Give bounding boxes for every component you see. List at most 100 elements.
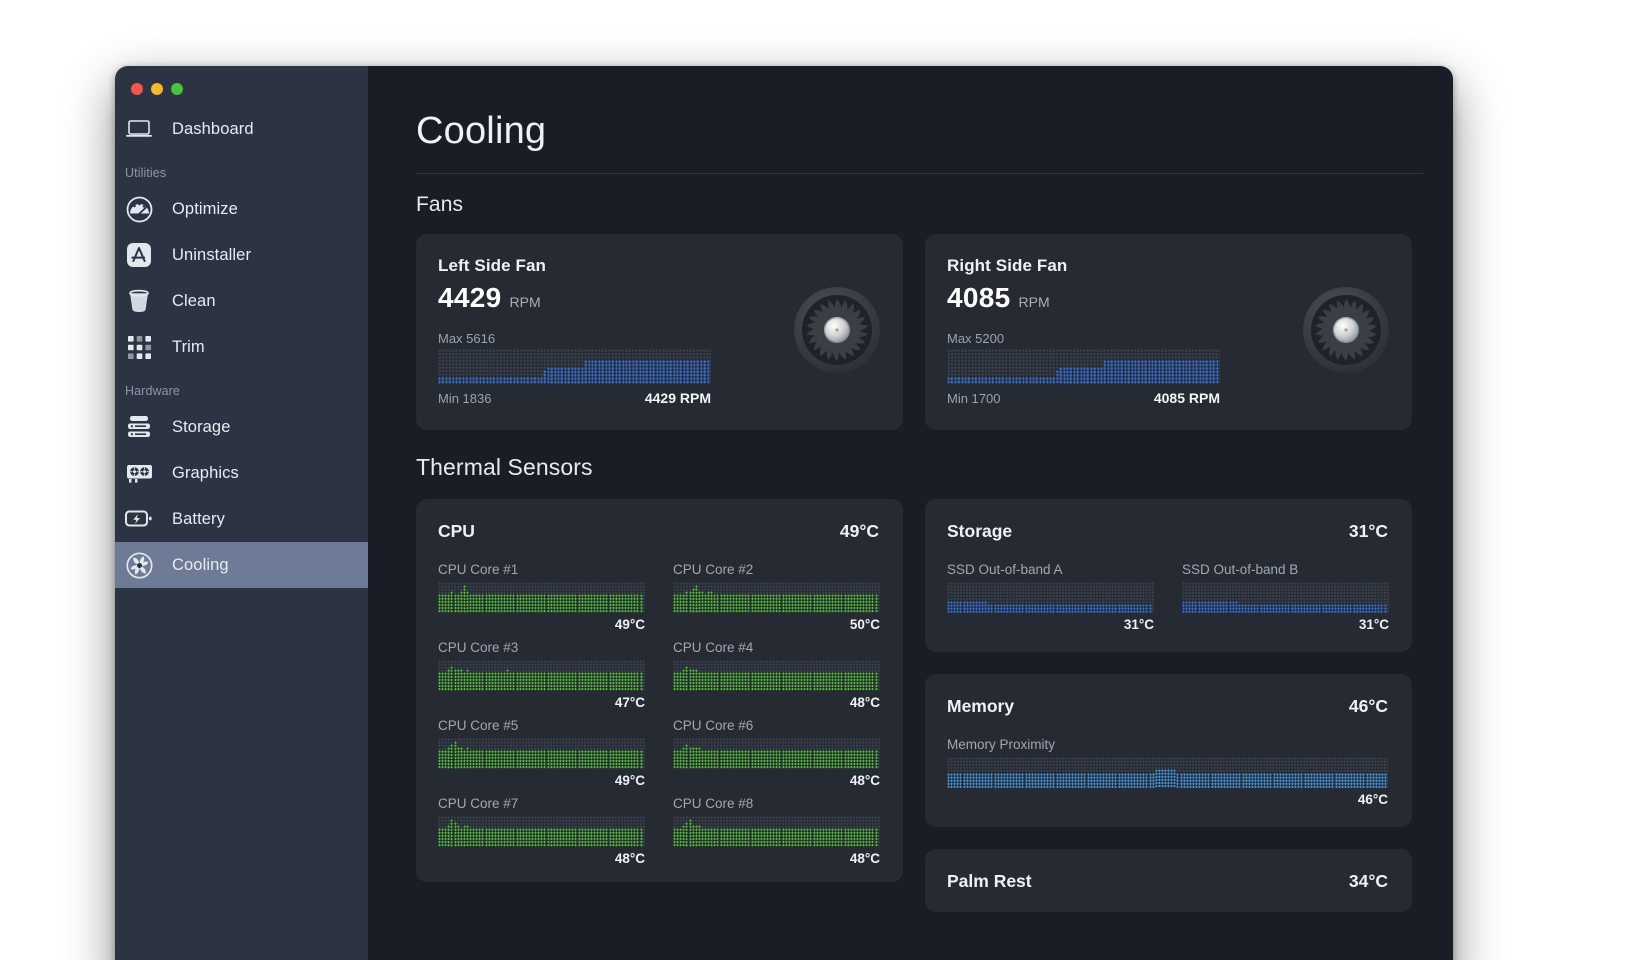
graph-series	[1182, 582, 1389, 613]
sensor-graph	[673, 582, 880, 613]
fan-rpm-unit: RPM	[1018, 294, 1050, 310]
thermal-card-header: Palm Rest 34°C	[947, 871, 1388, 892]
sensor-item: CPU Core #2 50°C	[673, 554, 880, 632]
thermal-card-header: CPU 49°C	[438, 521, 879, 542]
fan-speed-graph	[947, 349, 1220, 384]
sensor-graph	[438, 738, 645, 769]
sensor-value: 31°C	[1358, 617, 1389, 632]
grid-dots-icon	[124, 332, 154, 362]
fan-card: Left Side Fan 4429 RPM Max 5616 Min 1836 4429…	[416, 234, 903, 430]
thermal-card-title: Memory	[947, 696, 1015, 716]
sensor-item: SSD Out-of-band B 31°C	[1182, 554, 1389, 632]
sensor-graph	[673, 660, 880, 691]
fan-rpm-unit: RPM	[509, 294, 541, 310]
battery-bolt-icon	[124, 504, 154, 534]
laptop-icon	[124, 114, 154, 144]
screen: Dashboard Utilities Optimize Uninstaller Cle…	[0, 0, 1640, 960]
sensor-label: CPU Core #5	[438, 718, 519, 733]
sensor-item: CPU Core #7 48°C	[438, 788, 645, 866]
thermal-card-temperature: 34°C	[1348, 871, 1388, 891]
thermal-card: Memory 46°C Memory Proximity 46°C	[925, 674, 1412, 827]
thermal-card-temperature: 46°C	[1348, 696, 1388, 716]
thermal-card-title: CPU	[438, 521, 475, 541]
thermal-card: CPU 49°C CPU Core #1 49°C CPU Core #2 50°C CPU…	[416, 499, 903, 882]
fan-name: Right Side Fan	[947, 256, 1068, 275]
sidebar-item-optimize[interactable]: Optimize	[115, 186, 368, 232]
fan-min-label: Min 1700	[947, 391, 1001, 406]
sensor-value: 31°C	[1123, 617, 1154, 632]
sidebar-item-label: Dashboard	[172, 119, 254, 138]
fan-name: Left Side Fan	[438, 256, 547, 275]
thermal-card-temperature: 49°C	[839, 521, 879, 541]
title-divider	[416, 173, 1423, 174]
sidebar-item-battery[interactable]: Battery	[115, 496, 368, 542]
sensor-item: Memory Proximity 46°C	[947, 729, 1388, 807]
sidebar-nav: Dashboard Utilities Optimize Uninstaller Cle…	[115, 106, 368, 588]
fan-illustration-icon	[793, 286, 881, 374]
sidebar: Dashboard Utilities Optimize Uninstaller Cle…	[115, 66, 368, 960]
graph-series	[947, 349, 1220, 384]
fan-min-label: Min 1836	[438, 391, 492, 406]
sidebar-item-storage[interactable]: Storage	[115, 404, 368, 450]
sensor-graph	[673, 738, 880, 769]
sensor-label: CPU Core #4	[673, 640, 754, 655]
thermal-card-header: Memory 46°C	[947, 696, 1388, 717]
window-controls	[115, 66, 368, 106]
sensor-graph	[947, 582, 1154, 613]
sensor-value: 50°C	[849, 617, 880, 632]
zoom-button[interactable]	[171, 83, 183, 95]
sensor-value: 48°C	[849, 851, 880, 866]
main-content: Cooling Fans Left Side Fan 4429 RPM Max 561…	[368, 66, 1453, 960]
minimize-button[interactable]	[151, 83, 163, 95]
sensor-value: 47°C	[614, 695, 645, 710]
graph-series	[673, 582, 880, 613]
graph-series	[673, 816, 880, 847]
sensor-grid: Memory Proximity 46°C	[947, 729, 1388, 807]
sensor-item: CPU Core #5 49°C	[438, 710, 645, 788]
sensor-label: Memory Proximity	[947, 737, 1056, 752]
fan-speed-graph	[438, 349, 711, 384]
sensor-item: CPU Core #3 47°C	[438, 632, 645, 710]
sensor-label: CPU Core #2	[673, 562, 754, 577]
sidebar-item-label: Clean	[172, 291, 216, 310]
sidebar-item-clean[interactable]: Clean	[115, 278, 368, 324]
sidebar-item-label: Storage	[172, 417, 231, 436]
sensor-graph	[947, 757, 1388, 788]
sensor-label: CPU Core #8	[673, 796, 754, 811]
thermal-card-header: Storage 31°C	[947, 521, 1388, 542]
fan-rpm-value: 4085	[947, 282, 1011, 313]
sidebar-section-hardware: Hardware	[125, 384, 180, 398]
sidebar-item-trim[interactable]: Trim	[115, 324, 368, 370]
sensor-item: SSD Out-of-band A 31°C	[947, 554, 1154, 632]
speedometer-icon	[124, 194, 154, 224]
section-title-fans: Fans	[416, 193, 464, 216]
sensor-grid: SSD Out-of-band A 31°C SSD Out-of-band B 31…	[947, 554, 1389, 632]
sensor-item: CPU Core #4 48°C	[673, 632, 880, 710]
gpu-icon	[124, 458, 154, 488]
sidebar-item-cooling[interactable]: Cooling	[115, 542, 368, 588]
graph-series	[438, 349, 711, 384]
fan-illustration-icon	[1302, 286, 1390, 374]
sensor-item: CPU Core #8 48°C	[673, 788, 880, 866]
sensor-label: CPU Core #1	[438, 562, 519, 577]
sensor-value: 48°C	[849, 773, 880, 788]
sensor-label: SSD Out-of-band B	[1182, 562, 1299, 577]
sensor-value: 46°C	[1357, 792, 1388, 807]
sensor-label: CPU Core #6	[673, 718, 754, 733]
sidebar-item-uninstaller[interactable]: Uninstaller	[115, 232, 368, 278]
sensor-graph	[438, 582, 645, 613]
sensor-label: CPU Core #7	[438, 796, 519, 811]
sensor-value: 48°C	[849, 695, 880, 710]
sidebar-item-graphics[interactable]: Graphics	[115, 450, 368, 496]
sidebar-item-label: Graphics	[172, 463, 239, 482]
fans-grid: Left Side Fan 4429 RPM Max 5616 Min 1836 4429…	[416, 234, 1453, 430]
close-button[interactable]	[131, 83, 143, 95]
sidebar-item-dashboard[interactable]: Dashboard	[115, 106, 368, 152]
sensor-graph	[438, 660, 645, 691]
graph-series	[438, 738, 645, 769]
graph-series	[438, 816, 645, 847]
graph-series	[438, 582, 645, 613]
fan-icon	[124, 550, 154, 580]
sidebar-item-label: Uninstaller	[172, 245, 252, 264]
sensor-value: 49°C	[614, 617, 645, 632]
